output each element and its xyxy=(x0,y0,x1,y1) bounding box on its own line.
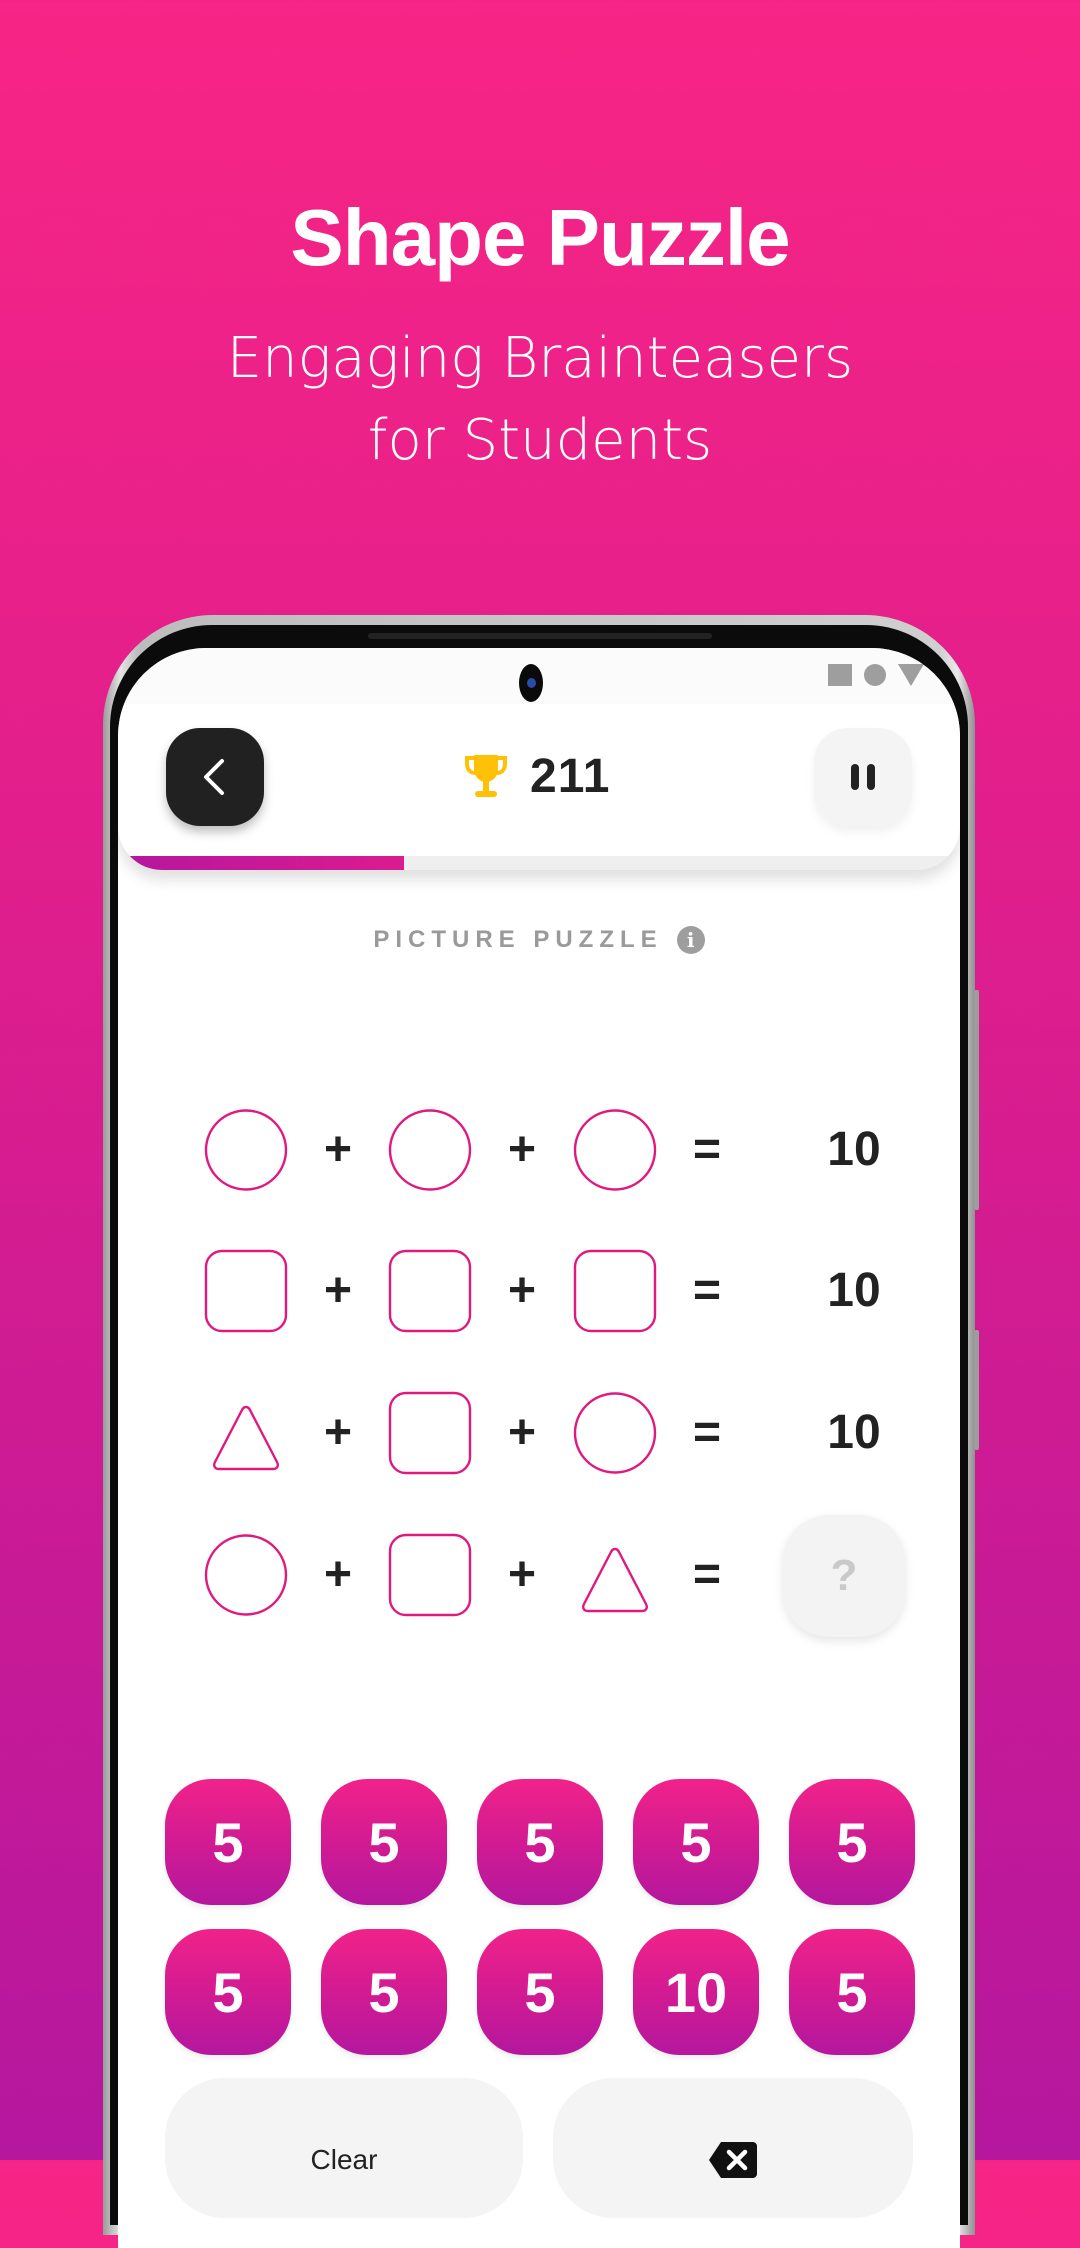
keypad-number-button[interactable]: 5 xyxy=(633,1779,759,1905)
circle-shape xyxy=(204,1533,288,1617)
circle-shape xyxy=(573,1108,657,1192)
phone-screen: 211 PICTURE PUZZLE i + + = 10 + + = 10 + + = 10 + + =?… xyxy=(118,648,960,2248)
equation-row: + + = 10 xyxy=(118,1391,960,1481)
pause-icon xyxy=(867,764,875,790)
equation-row: + + = 10 xyxy=(118,1108,960,1198)
chevron-left-icon xyxy=(204,759,224,795)
plus-sign: + xyxy=(507,1406,537,1459)
square-icon xyxy=(828,664,852,686)
plus-sign: + xyxy=(507,1123,537,1176)
plus-sign: + xyxy=(323,1123,353,1176)
square-shape xyxy=(388,1391,472,1475)
status-bar xyxy=(118,648,960,704)
trophy-icon xyxy=(465,755,507,797)
equals-sign: = xyxy=(692,1406,722,1459)
phone-earpiece xyxy=(368,633,712,639)
keypad-number-button[interactable]: 5 xyxy=(165,1929,291,2055)
pause-button[interactable] xyxy=(814,728,912,826)
phone-side-button-volume xyxy=(974,1330,979,1450)
hero-title: Shape Puzzle xyxy=(290,193,790,282)
square-shape xyxy=(388,1249,472,1333)
keypad-number-button[interactable]: 5 xyxy=(321,1779,447,1905)
circle-shape xyxy=(573,1391,657,1475)
keypad-number-button[interactable]: 5 xyxy=(477,1779,603,1905)
circle-icon xyxy=(864,664,886,686)
plus-sign: + xyxy=(323,1406,353,1459)
keypad-number-button[interactable]: 5 xyxy=(789,1929,915,2055)
keypad-number-button[interactable]: 5 xyxy=(789,1779,915,1905)
backspace-button[interactable] xyxy=(553,2078,913,2218)
keypad-number-button[interactable]: 5 xyxy=(165,1779,291,1905)
phone-side-button-power xyxy=(974,990,979,1210)
front-camera xyxy=(519,664,543,702)
pause-icon xyxy=(851,764,859,790)
status-icons xyxy=(828,664,924,686)
keypad-number-button[interactable]: 5 xyxy=(321,1929,447,2055)
backspace-icon xyxy=(709,2142,757,2178)
square-shape xyxy=(573,1249,657,1333)
keypad-number-button[interactable]: 10 xyxy=(633,1929,759,2055)
equals-sign: = xyxy=(692,1123,722,1176)
equation-row: + + = 10 xyxy=(118,1249,960,1339)
square-shape xyxy=(388,1533,472,1617)
score-value: 211 xyxy=(530,749,611,803)
game-header: 211 xyxy=(118,704,960,870)
info-icon[interactable]: i xyxy=(676,926,705,954)
circle-shape xyxy=(204,1108,288,1192)
square-shape xyxy=(204,1249,288,1333)
progress-bar xyxy=(118,856,960,870)
puzzle-type-label: PICTURE PUZZLE i xyxy=(118,926,960,954)
equals-sign: = xyxy=(692,1548,722,1601)
plus-sign: + xyxy=(323,1548,353,1601)
clear-button[interactable]: Clear xyxy=(165,2078,523,2218)
answer-input-box[interactable]: ? xyxy=(783,1515,905,1637)
plus-sign: + xyxy=(323,1264,353,1317)
circle-shape xyxy=(388,1108,472,1192)
equation-result: 10 xyxy=(827,1406,881,1459)
keypad-number-button[interactable]: 5 xyxy=(477,1929,603,2055)
progress-fill xyxy=(118,856,405,870)
plus-sign: + xyxy=(507,1264,537,1317)
equals-sign: = xyxy=(692,1264,722,1317)
back-button[interactable] xyxy=(166,728,264,826)
clear-label: Clear xyxy=(310,2144,378,2175)
puzzle-label-text: PICTURE PUZZLE xyxy=(373,926,663,953)
equation-result: 10 xyxy=(827,1123,881,1176)
triangle-icon xyxy=(898,664,924,686)
hero-subtitle: Engaging Brainteasers for Students xyxy=(0,318,1080,482)
equation-result: 10 xyxy=(827,1264,881,1317)
triangle-shape xyxy=(573,1533,657,1617)
hero-subtitle-line: for Students xyxy=(367,408,713,473)
plus-sign: + xyxy=(507,1548,537,1601)
hero-subtitle-line: Engaging Brainteasers xyxy=(226,326,854,391)
equation-row: + + =? xyxy=(118,1515,960,1637)
triangle-shape xyxy=(204,1391,288,1475)
score-display: 211 xyxy=(464,744,610,808)
